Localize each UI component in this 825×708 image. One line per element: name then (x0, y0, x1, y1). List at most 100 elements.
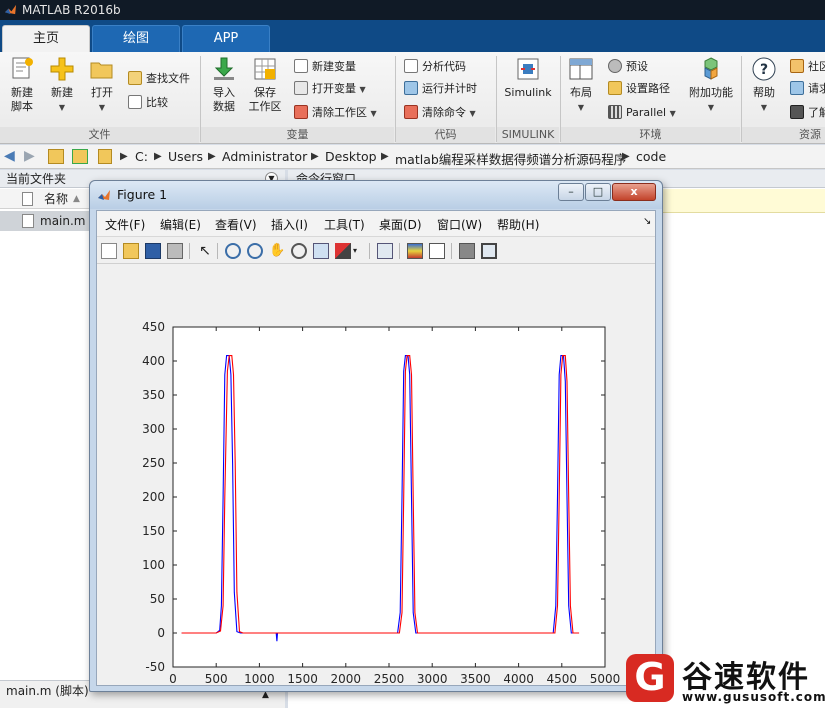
breadcrumb-administrator[interactable]: Administrator (222, 149, 307, 164)
column-header-name[interactable]: 名称 (44, 189, 68, 209)
app-title: MATLAB R2016b (22, 3, 121, 17)
chevron-down-icon: ▼ (469, 109, 476, 118)
toolbar-separator (189, 243, 190, 259)
forward-arrow-icon[interactable]: ▶ (24, 148, 35, 164)
simulink-icon (517, 58, 539, 80)
new-script-label: 新建 脚本 (11, 86, 33, 113)
import-data-button[interactable]: 导入 数据 (206, 56, 242, 114)
open-file-icon[interactable] (123, 243, 139, 259)
tab-plots[interactable]: 绘图 (92, 25, 180, 52)
save-workspace-label: 保存 工作区 (248, 86, 282, 113)
new-variable-button[interactable]: 新建变量 (294, 58, 356, 76)
figure-icon (98, 190, 110, 200)
matlab-logo-icon (4, 4, 17, 15)
menu-window[interactable]: 窗口(W) (437, 216, 482, 233)
clear-workspace-button[interactable]: 清除工作区 ▼ (294, 104, 377, 122)
x-tick-label: 3000 (417, 672, 448, 685)
browse-folder-icon[interactable] (72, 149, 88, 164)
hide-plot-tools-icon[interactable] (459, 243, 475, 259)
show-plot-tools-icon[interactable] (481, 243, 497, 259)
link-plot-icon[interactable] (377, 243, 393, 259)
chevron-down-icon: ▼ (370, 109, 377, 118)
minimize-button[interactable]: – (558, 183, 584, 201)
chevron-down-icon: ▼ (707, 103, 715, 112)
request-support-button[interactable]: 请求 (790, 80, 825, 98)
figure-title-bar[interactable]: Figure 1 – □ x (90, 181, 662, 209)
save-workspace-button[interactable]: 保存 工作区 (246, 56, 284, 114)
legend-icon[interactable] (429, 243, 445, 259)
menu-tools[interactable]: 工具(T) (324, 216, 365, 233)
sort-ascending-icon: ▲ (73, 194, 80, 204)
x-tick-label: 4500 (547, 672, 578, 685)
pointer-icon[interactable]: ↖ (197, 243, 213, 259)
chevron-down-icon: ▼ (359, 85, 366, 94)
breadcrumb-code[interactable]: code (636, 149, 666, 164)
addons-button[interactable]: 附加功能 ▼ (686, 56, 736, 115)
brush-icon[interactable] (335, 243, 351, 259)
breadcrumb-desktop[interactable]: Desktop (325, 149, 377, 164)
set-path-button[interactable]: 设置路径 (608, 80, 670, 98)
pan-hand-icon[interactable]: ✋ (269, 243, 285, 259)
layout-button[interactable]: 布局 ▼ (564, 56, 598, 115)
zoom-out-icon[interactable] (247, 243, 263, 259)
tab-home[interactable]: 主页 (2, 25, 90, 52)
breadcrumb-users[interactable]: Users (168, 149, 203, 164)
chevron-down-icon: ▼ (58, 103, 66, 112)
data-cursor-icon[interactable] (313, 243, 329, 259)
preferences-button[interactable]: 预设 (608, 58, 648, 76)
chevron-down-icon[interactable]: ▾ (353, 243, 369, 259)
file-list-item[interactable]: main.m (0, 211, 90, 231)
find-files-button[interactable]: 查找文件 (128, 70, 190, 88)
learn-label: 了解 (808, 106, 825, 119)
simulink-button[interactable]: Simulink (502, 56, 554, 100)
menu-help[interactable]: 帮助(H) (497, 216, 539, 233)
print-icon[interactable] (167, 243, 183, 259)
breadcrumb-project-folder[interactable]: matlab编程采样数据得频谱分析源码程序 (395, 149, 626, 168)
file-name: main.m (40, 214, 86, 228)
menu-file[interactable]: 文件(F) (105, 216, 145, 233)
gear-icon (608, 59, 622, 73)
new-button[interactable]: 新建 ▼ (44, 56, 80, 115)
breadcrumb-drive[interactable]: C: (135, 149, 148, 164)
menu-edit[interactable]: 编辑(E) (160, 216, 201, 233)
breadcrumb-separator: ▶ (208, 151, 216, 162)
y-tick-label: 300 (142, 422, 165, 436)
open-button[interactable]: 打开 ▼ (84, 56, 120, 115)
close-button[interactable]: x (612, 183, 656, 201)
run-time-icon (404, 81, 418, 95)
chevron-down-icon: ▼ (669, 109, 676, 118)
clear-commands-button[interactable]: 清除命令 ▼ (404, 104, 476, 122)
y-tick-label: 150 (142, 524, 165, 538)
tab-apps[interactable]: APP (182, 25, 270, 52)
dock-arrow-icon[interactable]: ↘ (643, 216, 651, 227)
community-icon (790, 59, 804, 73)
new-figure-icon[interactable] (101, 243, 117, 259)
line-chart[interactable]: 0 500 1000 1500 2000 2500 3000 3500 4000 4500 5000… (97, 265, 655, 686)
new-variable-label: 新建变量 (312, 60, 356, 73)
learn-button[interactable]: 了解 (790, 104, 825, 122)
menu-insert[interactable]: 插入(I) (271, 216, 308, 233)
back-arrow-icon[interactable]: ◀ (4, 148, 15, 164)
up-folder-icon[interactable] (48, 149, 64, 164)
rotate-3d-icon[interactable] (291, 243, 307, 259)
maximize-button[interactable]: □ (585, 183, 611, 201)
chevron-down-icon: ▼ (760, 103, 768, 112)
new-script-button[interactable]: 新建 脚本 (4, 56, 40, 114)
menu-view[interactable]: 查看(V) (215, 216, 257, 233)
community-button[interactable]: 社区 (790, 58, 825, 76)
menu-desktop[interactable]: 桌面(D) (379, 216, 422, 233)
app-title-bar: MATLAB R2016b (0, 0, 825, 20)
help-button[interactable]: ? 帮助 ▼ (746, 56, 782, 115)
parallel-icon (608, 105, 622, 119)
open-variable-button[interactable]: 打开变量 ▼ (294, 80, 366, 98)
layout-icon (569, 58, 593, 80)
clear-commands-icon (404, 105, 418, 119)
analyze-code-button[interactable]: 分析代码 (404, 58, 466, 76)
compare-button[interactable]: 比较 (128, 94, 168, 112)
watermark-logo: G 谷速软件 www.gususoft.com (620, 652, 825, 708)
zoom-in-icon[interactable] (225, 243, 241, 259)
parallel-button[interactable]: Parallel ▼ (608, 104, 676, 122)
save-icon[interactable] (145, 243, 161, 259)
run-and-time-button[interactable]: 运行并计时 (404, 80, 477, 98)
colorbar-icon[interactable] (407, 243, 423, 259)
